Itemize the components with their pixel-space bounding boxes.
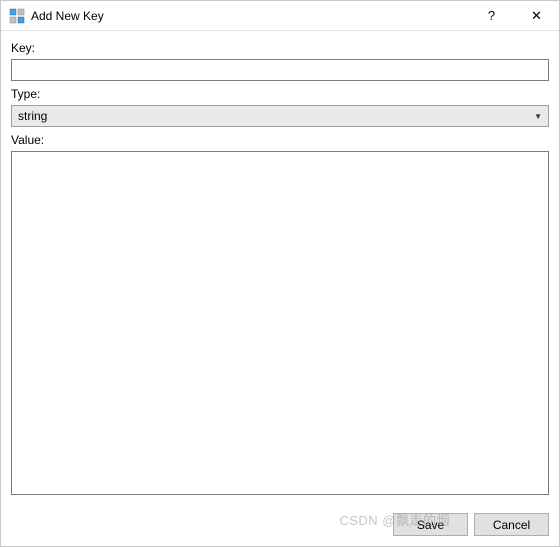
key-label: Key: <box>11 41 549 55</box>
type-label: Type: <box>11 87 549 101</box>
value-label: Value: <box>11 133 549 147</box>
value-textarea[interactable] <box>11 151 549 495</box>
window-title: Add New Key <box>31 9 469 23</box>
help-button[interactable]: ? <box>469 1 514 30</box>
type-select[interactable]: string ▼ <box>11 105 549 127</box>
titlebar: Add New Key ? ✕ <box>1 1 559 31</box>
save-button[interactable]: Save <box>393 513 468 536</box>
dialog-content: Key: Type: string ▼ Value: <box>1 31 559 503</box>
cancel-button[interactable]: Cancel <box>474 513 549 536</box>
app-icon <box>9 8 25 24</box>
type-select-value: string <box>18 109 534 123</box>
chevron-down-icon: ▼ <box>534 112 542 121</box>
key-input[interactable] <box>11 59 549 81</box>
dialog-window: Add New Key ? ✕ Key: Type: string ▼ Valu… <box>0 0 560 547</box>
close-button[interactable]: ✕ <box>514 1 559 30</box>
button-row: Save Cancel <box>1 503 559 546</box>
window-controls: ? ✕ <box>469 1 559 30</box>
